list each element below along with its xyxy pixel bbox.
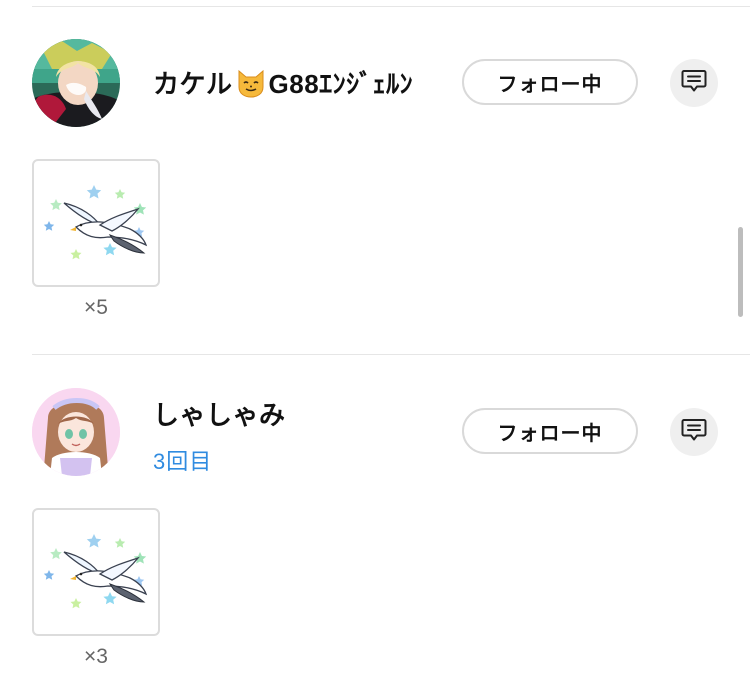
list-item: しゃしゃみ 3回目 フォロー中 ×3	[0, 0, 750, 698]
visit-count: 3回目	[153, 449, 213, 474]
username[interactable]: しゃしゃみ	[153, 395, 286, 432]
username-prefix: しゃしゃみ	[153, 400, 286, 430]
gift-thumbnail[interactable]	[32, 508, 160, 636]
gift-quantity: ×3	[84, 645, 108, 668]
following-button[interactable]: フォロー中	[462, 408, 638, 454]
message-button[interactable]	[670, 408, 718, 456]
message-icon	[681, 418, 707, 447]
seagull-stars-icon	[34, 621, 158, 636]
avatar[interactable]	[32, 388, 120, 476]
scrollbar[interactable]	[738, 227, 743, 317]
